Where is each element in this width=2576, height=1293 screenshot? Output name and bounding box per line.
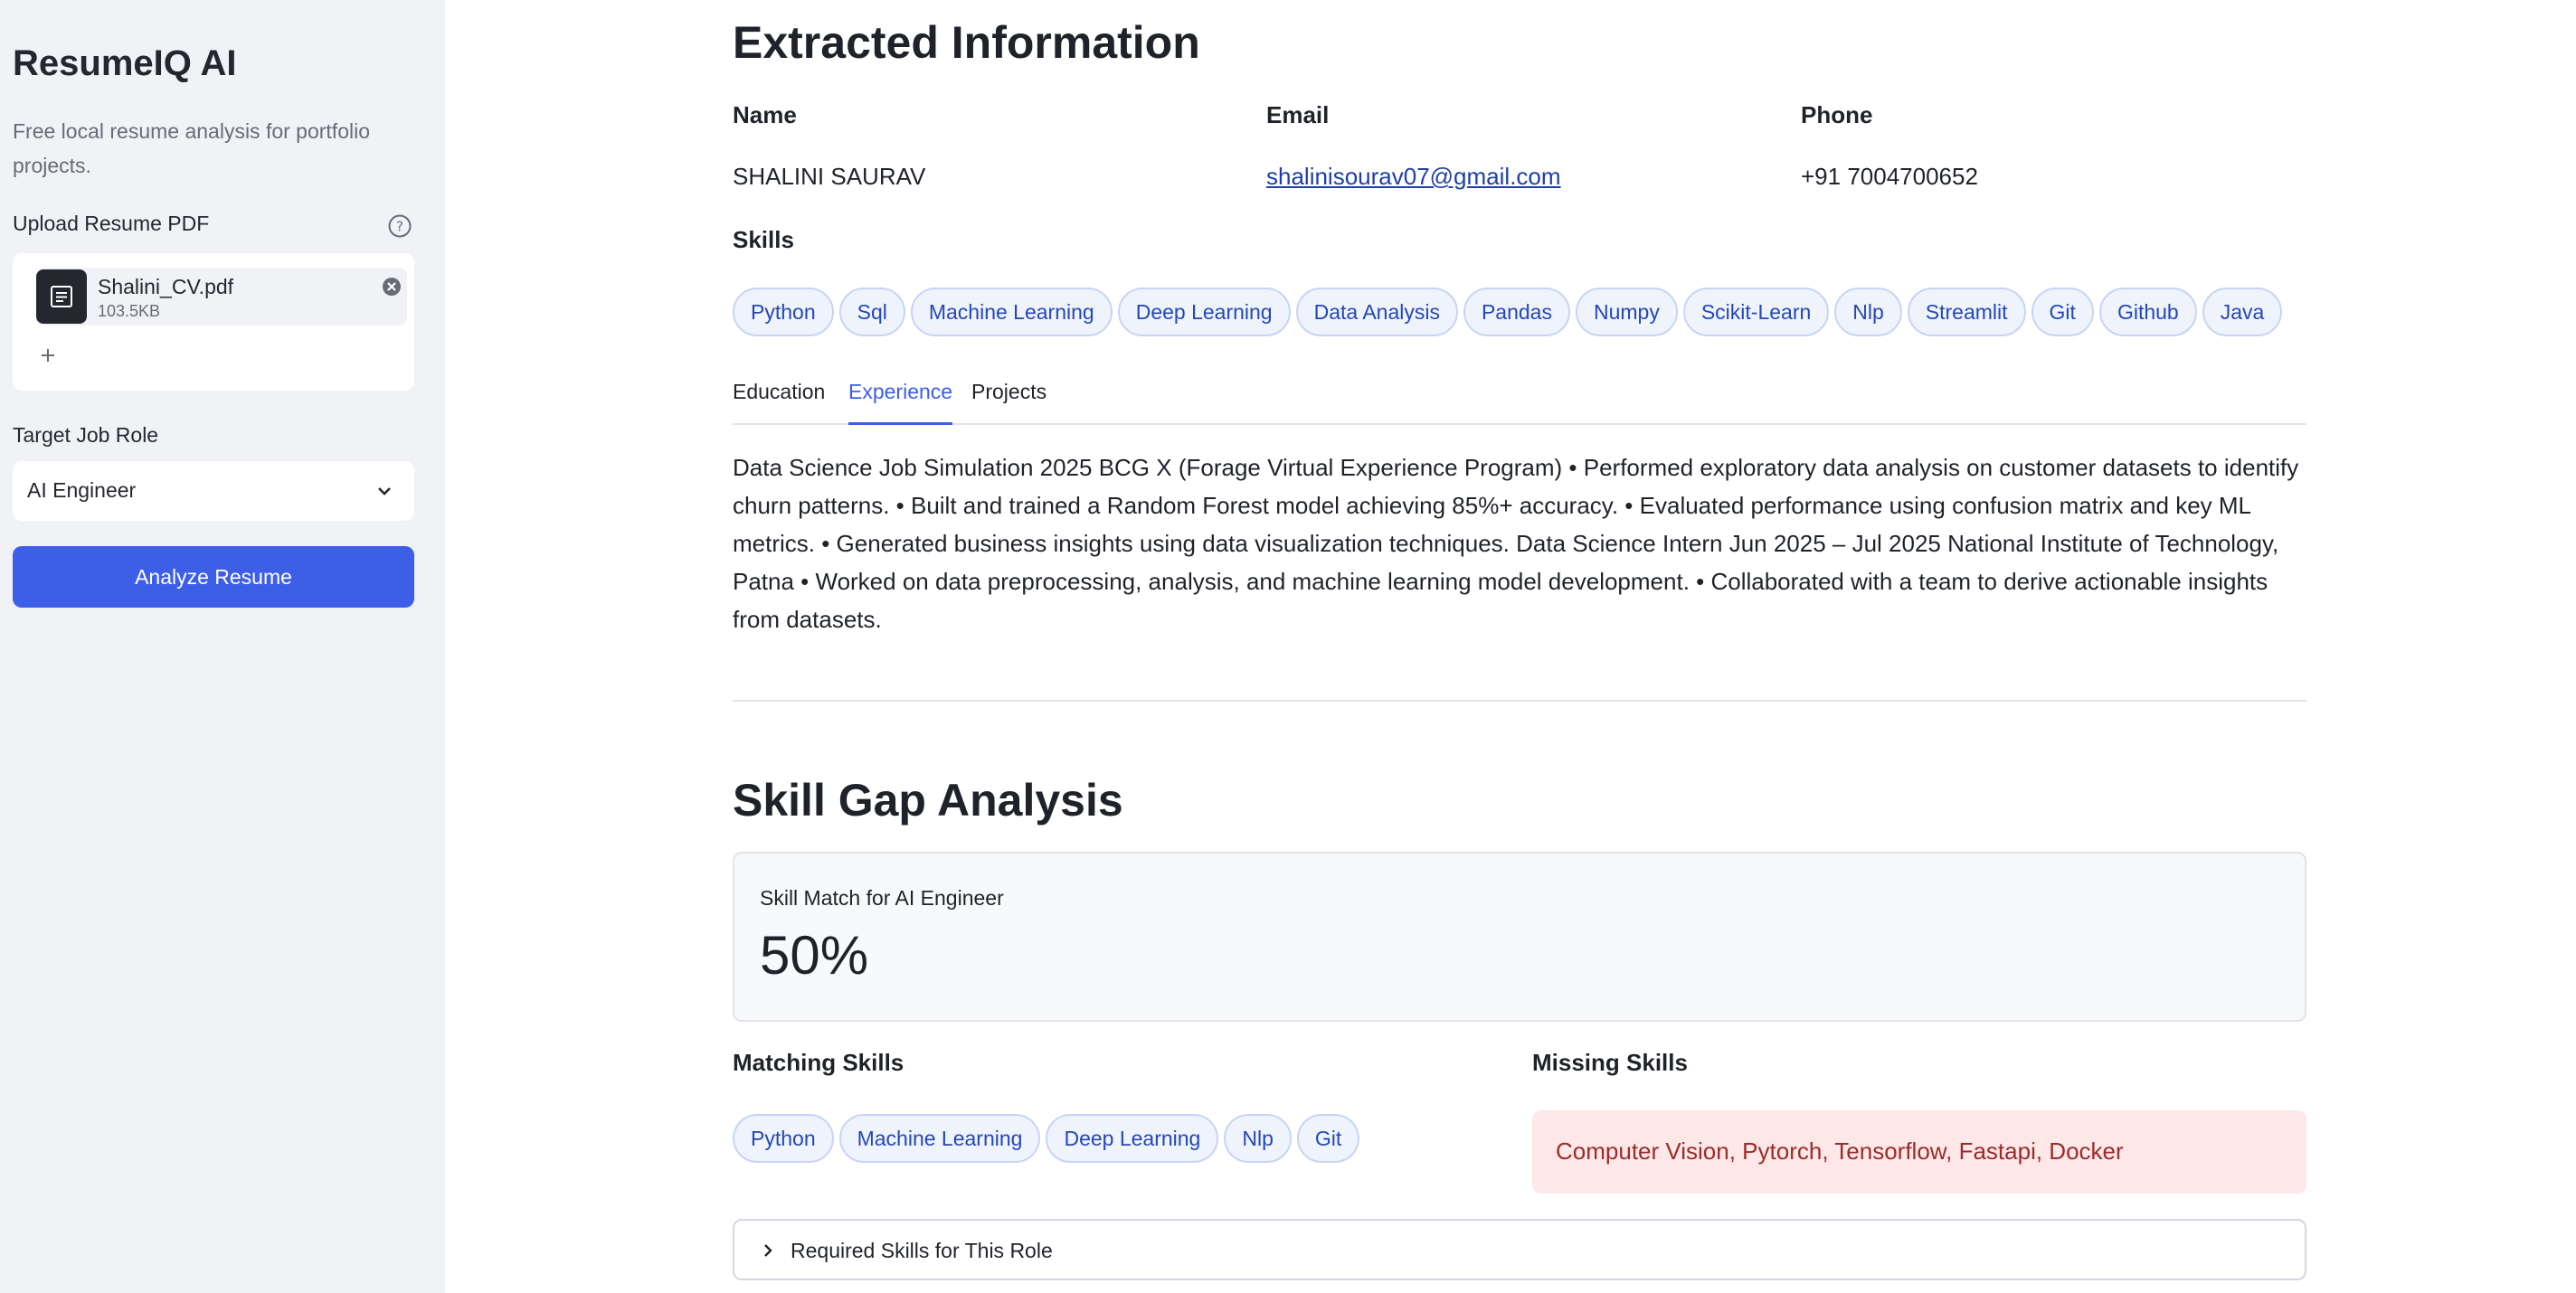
- metric-label: Skill Match for AI Engineer: [760, 886, 1004, 910]
- skill-chip: Python: [733, 288, 834, 336]
- phone-label: Phone: [1801, 101, 1873, 128]
- skills-label: Skills: [733, 226, 794, 253]
- chevron-down-icon: [373, 479, 396, 507]
- analyze-resume-button[interactable]: Analyze Resume: [13, 546, 414, 608]
- skill-chip: Git: [2031, 288, 2094, 336]
- extracted-heading: Extracted Information: [733, 17, 1200, 68]
- skill-chip: Machine Learning: [910, 288, 1113, 336]
- role-select[interactable]: AI Engineer: [13, 461, 414, 521]
- file-size: 103.5KB: [98, 302, 161, 320]
- tab-projects[interactable]: Projects: [971, 380, 1046, 422]
- file-uploader[interactable]: Shalini_CV.pdf 103.5KB: [13, 253, 414, 391]
- experience-text: Data Science Job Simulation 2025 BCG X (…: [733, 454, 2299, 633]
- matching-skill-chip: Deep Learning: [1046, 1114, 1219, 1163]
- phone-value: +91 7004700652: [1801, 163, 1978, 190]
- skill-match-metric: Skill Match for AI Engineer 50%: [733, 852, 2306, 1022]
- email-link[interactable]: shalinisourav07@gmail.com: [1266, 163, 1561, 190]
- help-icon[interactable]: ?: [387, 213, 412, 239]
- add-file-icon[interactable]: [36, 344, 60, 367]
- tab-education[interactable]: Education: [733, 380, 825, 422]
- matching-skill-chip: Nlp: [1224, 1114, 1292, 1163]
- matching-skills-chips: Python Machine Learning Deep Learning Nl…: [733, 1114, 1360, 1163]
- matching-skill-chip: Machine Learning: [838, 1114, 1041, 1163]
- tab-experience[interactable]: Experience: [848, 380, 953, 425]
- skill-chip: Streamlit: [1907, 288, 2026, 336]
- email-label: Email: [1266, 101, 1330, 128]
- section-tabs: Education Experience Projects: [733, 362, 2306, 425]
- remove-file-icon[interactable]: [380, 275, 403, 298]
- svg-text:?: ?: [396, 219, 403, 235]
- required-skills-expander[interactable]: Required Skills for This Role: [733, 1219, 2306, 1280]
- metric-value: 50%: [760, 925, 869, 986]
- skill-chip: Scikit-Learn: [1682, 288, 1830, 336]
- missing-skills-text: Computer Vision, Pytorch, Tensorflow, Fa…: [1556, 1137, 2124, 1165]
- chevron-right-icon: [758, 1241, 778, 1265]
- divider: [733, 700, 2306, 702]
- matching-skill-chip: Python: [733, 1114, 834, 1163]
- uploaded-file: Shalini_CV.pdf 103.5KB: [36, 268, 407, 326]
- role-label: Target Job Role: [13, 423, 159, 447]
- missing-skills-label: Missing Skills: [1532, 1049, 1688, 1076]
- skill-chip: Deep Learning: [1117, 288, 1291, 336]
- name-value: SHALINI SAURAV: [733, 163, 926, 190]
- skill-chip: Java: [2202, 288, 2283, 336]
- skill-chip: Github: [2098, 288, 2197, 336]
- skills-chips: Python Sql Machine Learning Deep Learnin…: [733, 288, 2283, 336]
- file-icon: [36, 269, 87, 324]
- file-name: Shalini_CV.pdf: [98, 275, 234, 298]
- skill-chip: Sql: [838, 288, 905, 336]
- app-description: Free local resume analysis for portfolio…: [13, 119, 370, 177]
- skill-chip: Numpy: [1575, 288, 1678, 336]
- role-select-value: AI Engineer: [27, 478, 137, 502]
- matching-skills-label: Matching Skills: [733, 1049, 904, 1076]
- main-content: Extracted Information Name Email Phone S…: [733, 0, 2306, 1293]
- skill-chip: Pandas: [1463, 288, 1570, 336]
- skill-chip: Data Analysis: [1295, 288, 1458, 336]
- missing-skills-alert: Computer Vision, Pytorch, Tensorflow, Fa…: [1532, 1110, 2306, 1194]
- matching-skill-chip: Git: [1296, 1114, 1360, 1163]
- skill-chip: Nlp: [1834, 288, 1902, 336]
- sidebar: ResumeIQ AI Free local resume analysis f…: [0, 0, 445, 1293]
- app-title: ResumeIQ AI: [13, 43, 237, 83]
- skill-gap-heading: Skill Gap Analysis: [733, 775, 1123, 826]
- upload-label: Upload Resume PDF: [13, 212, 210, 235]
- name-label: Name: [733, 101, 797, 128]
- expander-label: Required Skills for This Role: [791, 1239, 1053, 1262]
